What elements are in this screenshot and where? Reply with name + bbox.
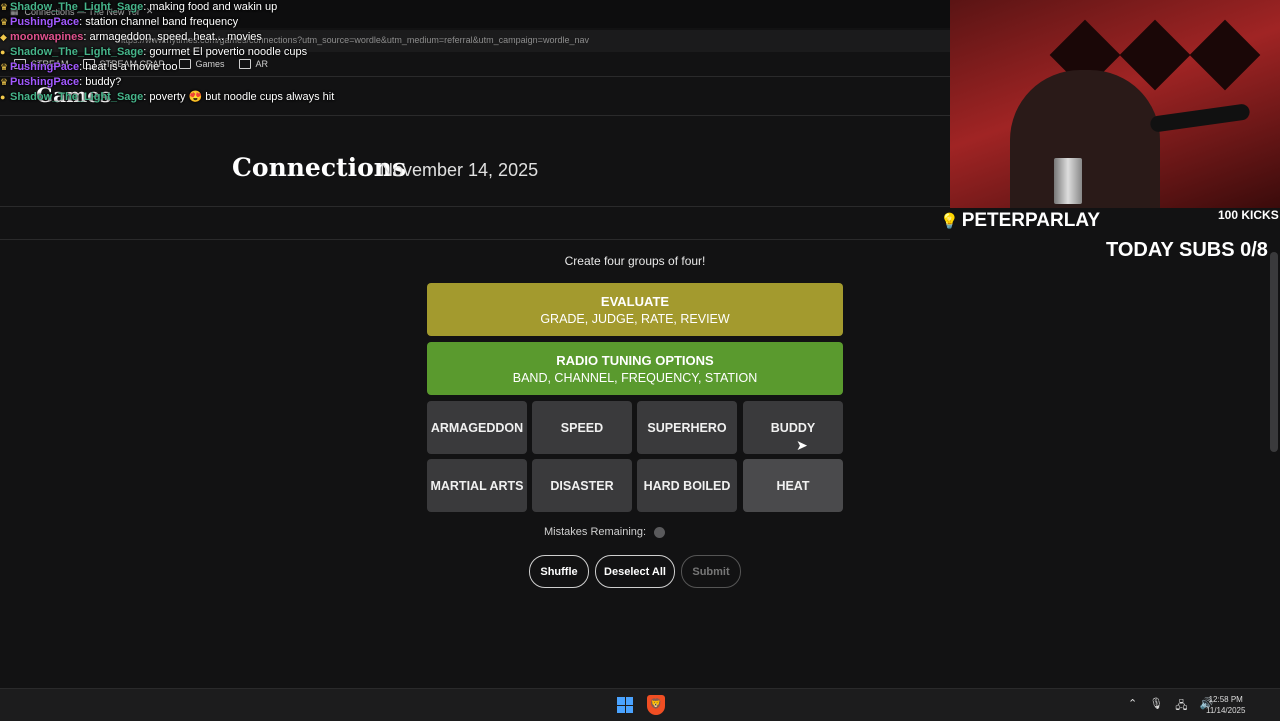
- group-words: BAND, CHANNEL, FREQUENCY, STATION: [512, 371, 758, 385]
- windows-start-icon[interactable]: [617, 697, 633, 713]
- chat-username[interactable]: PushingPace: [10, 16, 79, 28]
- chat-text: buddy?: [85, 76, 122, 88]
- scrollbar[interactable]: [1270, 252, 1278, 452]
- divider: [0, 239, 950, 240]
- chat-message: ♛ PushingPace: station channel band frequ…: [0, 15, 330, 30]
- chat-text: heat is a movie too: [85, 61, 178, 73]
- chat-message: ● Shadow_The_Light_Sage: gourmet El pover…: [0, 45, 330, 60]
- chat-username[interactable]: PushingPace: [10, 76, 79, 88]
- word-tile[interactable]: DISASTER: [532, 459, 632, 512]
- chat-text: making food and wakin up: [149, 1, 278, 13]
- mouse-cursor-icon: ➤: [796, 437, 808, 453]
- shuffle-button[interactable]: Shuffle: [529, 555, 589, 588]
- mistakes-remaining: Mistakes Remaining:: [544, 526, 666, 538]
- word-tile[interactable]: HEAT: [743, 459, 843, 512]
- streamer-name-overlay: 💡 PETERPARLAY: [940, 210, 1100, 232]
- acoustic-panel: [1189, 19, 1261, 91]
- word-tile[interactable]: MARTIAL ARTS: [427, 459, 527, 512]
- chat-username[interactable]: Shadow_The_Light_Sage: [10, 46, 143, 58]
- taskbar: 🦁 ⌃ 🎙 🖧 🔊 12:58 PM 11/14/2025: [0, 688, 1280, 721]
- streamer-name: PETERPARLAY: [961, 210, 1100, 231]
- chat-username[interactable]: Shadow_The_Light_Sage: [10, 1, 143, 13]
- submit-button[interactable]: Submit: [681, 555, 741, 588]
- game-header: Connections November 14, 2025: [0, 150, 950, 207]
- chat-text: armageddon, speed, heat... movies: [89, 31, 262, 43]
- pin-badge-icon: ●: [0, 92, 6, 102]
- chat-username[interactable]: moonwapines: [10, 31, 83, 43]
- clock[interactable]: 12:58 PM 11/14/2025: [1206, 694, 1245, 716]
- chat-message: ♛ PushingPace: buddy?: [0, 75, 330, 90]
- group-category: EVALUATE: [600, 294, 670, 309]
- chat-message: ◆ moonwapines: armageddon, speed, heat...…: [0, 30, 330, 45]
- deselect-all-button[interactable]: Deselect All: [595, 555, 675, 588]
- mistake-dot: [654, 526, 666, 538]
- brave-browser-icon[interactable]: 🦁: [647, 695, 665, 715]
- network-icon[interactable]: 🖧: [1175, 697, 1187, 716]
- stream-chat: ♛ Shadow_The_Light_Sage: making food and …: [0, 0, 334, 105]
- mug: [1054, 158, 1082, 204]
- clock-time: 12:58 PM: [1208, 695, 1243, 704]
- word-tile[interactable]: SUPERHERO: [637, 401, 737, 454]
- streamer-figure: [1010, 70, 1160, 208]
- kicks-count: 100 KICKS: [1218, 208, 1279, 222]
- chat-username[interactable]: Shadow_The_Light_Sage: [10, 91, 143, 103]
- crown-badge-icon: ♛: [0, 2, 9, 12]
- chat-message: ♛ PushingPace: heat is a movie too: [0, 60, 330, 75]
- acoustic-panel: [1119, 19, 1191, 91]
- lightbulb-icon: 💡: [940, 213, 959, 230]
- crown-badge-icon: ♛: [0, 17, 9, 27]
- chat-text: gourmet El povertio noodle cups: [149, 46, 308, 58]
- chat-username[interactable]: PushingPace: [10, 61, 79, 73]
- chat-message: ● Shadow_The_Light_Sage: poverty 😍 but no…: [0, 90, 334, 105]
- word-tile[interactable]: BUDDY: [743, 401, 843, 454]
- chat-text: poverty 😍 but noodle cups always hit: [149, 91, 335, 103]
- word-tile[interactable]: SPEED: [532, 401, 632, 454]
- subs-goal: TODAY SUBS 0/8: [1106, 239, 1268, 261]
- game-instruction: Create four groups of four!: [564, 254, 706, 268]
- word-tile[interactable]: ARMAGEDDON: [427, 401, 527, 454]
- gem-badge-icon: ◆: [0, 32, 7, 42]
- puzzle-date: November 14, 2025: [380, 160, 539, 180]
- chevron-up-icon[interactable]: ⌃: [1128, 697, 1137, 716]
- solved-group: EVALUATE GRADE, JUDGE, RATE, REVIEW: [427, 283, 843, 336]
- microphone: [1149, 103, 1251, 133]
- word-tile[interactable]: HARD BOILED: [637, 459, 737, 512]
- microphone-icon[interactable]: 🎙: [1149, 697, 1163, 716]
- solved-group: RADIO TUNING OPTIONS BAND, CHANNEL, FREQ…: [427, 342, 843, 395]
- mistakes-label: Mistakes Remaining:: [544, 526, 647, 538]
- group-words: GRADE, JUDGE, RATE, REVIEW: [540, 312, 730, 326]
- crown-badge-icon: ♛: [0, 77, 9, 87]
- chat-text: station channel band frequency: [85, 16, 239, 28]
- pin-badge-icon: ●: [0, 47, 6, 57]
- crown-badge-icon: ♛: [0, 62, 9, 72]
- group-category: RADIO TUNING OPTIONS: [556, 353, 714, 368]
- clock-date: 11/14/2025: [1206, 706, 1246, 715]
- webcam-feed: [950, 0, 1280, 208]
- system-tray: ⌃ 🎙 🖧 🔊: [1128, 697, 1213, 716]
- chat-message: ♛ Shadow_The_Light_Sage: making food and …: [0, 0, 330, 15]
